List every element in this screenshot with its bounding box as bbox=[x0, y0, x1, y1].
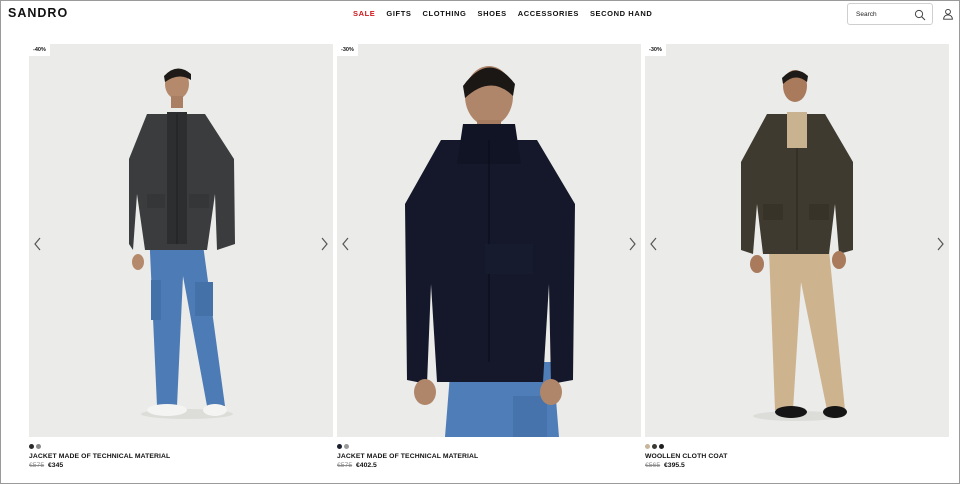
color-swatch[interactable] bbox=[36, 444, 41, 449]
color-swatches bbox=[337, 444, 641, 450]
search-icon[interactable] bbox=[914, 9, 926, 21]
chevron-right-icon[interactable] bbox=[627, 237, 637, 251]
nav-item-gifts[interactable]: GIFTS bbox=[386, 9, 411, 18]
color-swatches bbox=[29, 444, 333, 450]
product-name[interactable]: WOOLLEN CLOTH COAT bbox=[645, 453, 949, 460]
model-photo-jacket-navy bbox=[337, 44, 641, 437]
product-image[interactable]: -40% bbox=[29, 44, 333, 437]
color-swatch[interactable] bbox=[337, 444, 342, 449]
nav-item-second-hand[interactable]: SECOND HAND bbox=[590, 9, 652, 18]
nav-item-accessories[interactable]: ACCESSORIES bbox=[518, 9, 579, 18]
product-name[interactable]: JACKET MADE OF TECHNICAL MATERIAL bbox=[337, 453, 641, 460]
product-image[interactable]: -30% bbox=[645, 44, 949, 437]
nav-item-clothing[interactable]: CLOTHING bbox=[423, 9, 467, 18]
original-price: €565 bbox=[645, 462, 661, 469]
color-swatch[interactable] bbox=[645, 444, 650, 449]
model-photo-woollen-coat bbox=[645, 44, 949, 437]
product-card[interactable]: -40% JACKET MADE OF TECHNICAL MATERIAL €… bbox=[29, 44, 333, 469]
chevron-right-icon[interactable] bbox=[319, 237, 329, 251]
original-price: €575 bbox=[29, 462, 45, 469]
search-input[interactable] bbox=[856, 8, 910, 21]
sandro-logo[interactable]: SANDRO bbox=[8, 6, 68, 20]
user-icon[interactable] bbox=[942, 8, 954, 20]
product-price: €575 €345 bbox=[29, 462, 333, 469]
sale-price: €345 bbox=[48, 462, 64, 469]
nav-item-sale[interactable]: SALE bbox=[353, 9, 375, 18]
color-swatch[interactable] bbox=[652, 444, 657, 449]
chevron-left-icon[interactable] bbox=[649, 237, 659, 251]
sale-price: €395.5 bbox=[664, 462, 685, 469]
chevron-right-icon[interactable] bbox=[935, 237, 945, 251]
search-box bbox=[847, 3, 933, 25]
color-swatch[interactable] bbox=[29, 444, 34, 449]
main-nav: SALE GIFTS CLOTHING SHOES ACCESSORIES SE… bbox=[353, 9, 652, 18]
discount-badge: -40% bbox=[29, 44, 50, 56]
original-price: €575 bbox=[337, 462, 353, 469]
product-card[interactable]: -30% WOOLLEN CLOTH COAT €565 €395.5 bbox=[645, 44, 949, 469]
product-price: €565 €395.5 bbox=[645, 462, 949, 469]
color-swatch[interactable] bbox=[659, 444, 664, 449]
discount-badge: -30% bbox=[645, 44, 666, 56]
nav-item-shoes[interactable]: SHOES bbox=[477, 9, 506, 18]
color-swatches bbox=[645, 444, 949, 450]
chevron-left-icon[interactable] bbox=[341, 237, 351, 251]
model-photo-jacket-grey bbox=[29, 44, 333, 437]
product-card[interactable]: -30% JACKET MADE OF TECHNICAL MATERIAL €… bbox=[337, 44, 641, 469]
sale-price: €402.5 bbox=[356, 462, 377, 469]
site-header: SANDRO SALE GIFTS CLOTHING SHOES ACCESSO… bbox=[0, 0, 960, 30]
product-name[interactable]: JACKET MADE OF TECHNICAL MATERIAL bbox=[29, 453, 333, 460]
color-swatch[interactable] bbox=[344, 444, 349, 449]
chevron-left-icon[interactable] bbox=[33, 237, 43, 251]
product-price: €575 €402.5 bbox=[337, 462, 641, 469]
product-image[interactable]: -30% bbox=[337, 44, 641, 437]
discount-badge: -30% bbox=[337, 44, 358, 56]
